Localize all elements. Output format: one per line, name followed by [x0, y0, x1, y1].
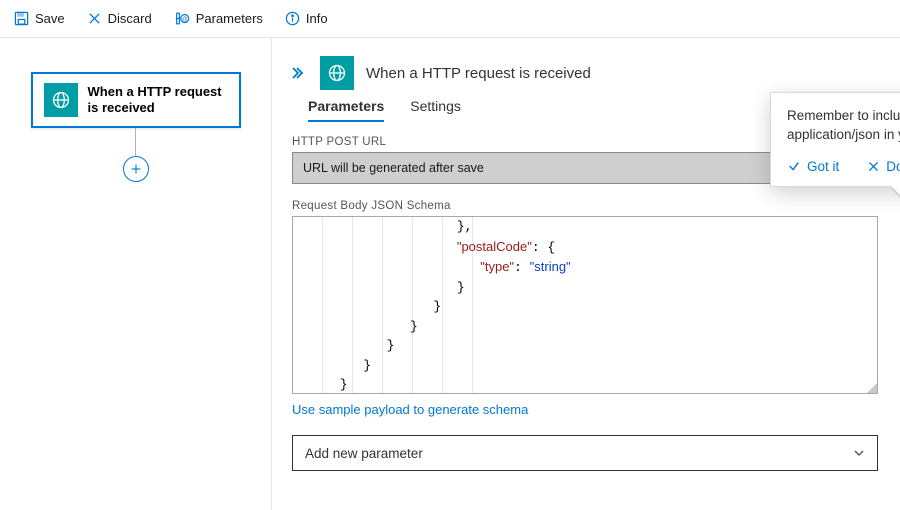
trigger-card-label: When a HTTP request is received — [88, 84, 228, 117]
parameters-label: Parameters — [196, 11, 263, 26]
detail-pane: When a HTTP request is received Paramete… — [272, 38, 900, 510]
top-toolbar: Save Discard @ Parameters Info — [0, 0, 900, 38]
tab-settings[interactable]: Settings — [410, 98, 461, 122]
callout-message: Remember to include a Content-Type heade… — [787, 107, 900, 145]
add-new-parameter-dropdown[interactable]: Add new parameter — [292, 435, 878, 471]
callout-do-not-show-button[interactable]: Do not show again — [867, 159, 900, 174]
tab-parameters[interactable]: Parameters — [308, 98, 384, 122]
schema-editor[interactable]: }, "postalCode": { "type": "string" } } … — [292, 216, 878, 394]
parameters-button[interactable]: @ Parameters — [174, 11, 263, 26]
save-label: Save — [35, 11, 65, 26]
save-button[interactable]: Save — [14, 11, 65, 26]
svg-text:@: @ — [181, 17, 187, 23]
flow-connector — [135, 128, 136, 156]
save-icon — [14, 11, 29, 26]
add-step-button[interactable] — [123, 156, 149, 182]
info-icon — [285, 11, 300, 26]
schema-label: Request Body JSON Schema — [292, 200, 878, 212]
trigger-card[interactable]: When a HTTP request is received — [31, 72, 241, 128]
detail-title: When a HTTP request is received — [366, 65, 591, 82]
parameters-icon: @ — [174, 11, 190, 26]
http-trigger-icon — [320, 56, 354, 90]
check-icon — [787, 159, 801, 173]
info-button[interactable]: Info — [285, 11, 328, 26]
info-callout: Remember to include a Content-Type heade… — [770, 92, 900, 187]
http-post-url-field: URL will be generated after save — [292, 152, 853, 184]
designer-canvas: When a HTTP request is received — [0, 38, 272, 510]
callout-got-it-button[interactable]: Got it — [787, 159, 839, 174]
close-icon — [87, 11, 102, 26]
discard-label: Discard — [108, 11, 152, 26]
chevron-down-icon — [853, 447, 865, 459]
http-trigger-icon — [44, 83, 78, 117]
add-new-parameter-label: Add new parameter — [305, 446, 423, 461]
use-sample-payload-link[interactable]: Use sample payload to generate schema — [292, 402, 878, 417]
detail-header: When a HTTP request is received — [292, 56, 878, 90]
close-icon — [867, 160, 880, 173]
collapse-icon[interactable] — [292, 66, 308, 80]
discard-button[interactable]: Discard — [87, 11, 152, 26]
info-label: Info — [306, 11, 328, 26]
